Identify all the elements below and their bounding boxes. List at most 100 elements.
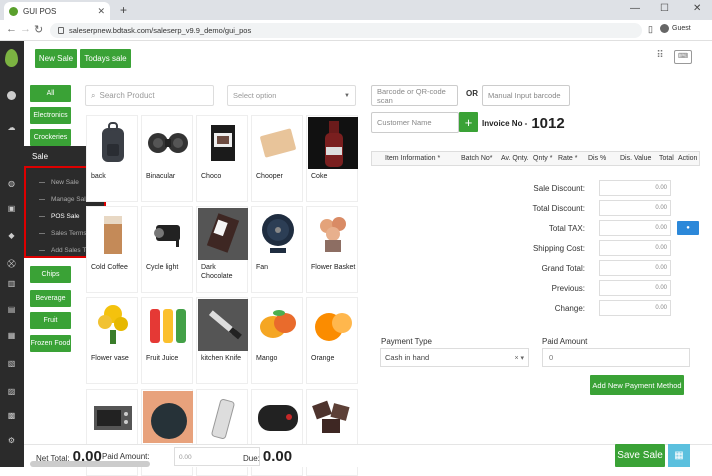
browser-toolbar: ← → ↻ saleserpnew.bdtask.com/saleserp_v9… (0, 20, 712, 41)
product-card[interactable]: Cycle light (141, 206, 193, 293)
new-tab-icon[interactable]: + (120, 3, 127, 17)
cloud-icon[interactable]: ☁ (7, 123, 16, 132)
product-card[interactable]: Fruit Juice (141, 297, 193, 384)
add-customer-button[interactable]: + (459, 112, 478, 132)
accounts-icon[interactable]: ▧ (7, 359, 16, 368)
product-card[interactable]: Binacular (141, 115, 193, 202)
settings-icon[interactable]: ⚙ (7, 436, 16, 445)
profile-button[interactable]: Guest (660, 24, 691, 33)
bottle-icon (308, 117, 358, 169)
product-card[interactable]: Dark Chocolate (196, 206, 248, 293)
th-item-information: Item Information * (385, 155, 441, 162)
report-icon[interactable]: ▤ (7, 305, 16, 314)
barcode-placeholder: Barcode or QR-code scan (377, 86, 446, 105)
back-icon[interactable]: ← (6, 23, 17, 35)
hrm-icon[interactable]: ▨ (7, 387, 16, 396)
calculator-icon[interactable]: ▦ (668, 444, 690, 467)
product-card[interactable]: Flower Basket (306, 206, 358, 293)
product-card[interactable]: kitchen Knife (196, 297, 248, 384)
customer-icon[interactable]: ◍ (7, 179, 16, 188)
product-card[interactable]: Choco (196, 115, 248, 202)
category-crockeries[interactable]: Crockeries (30, 129, 71, 146)
reload-icon[interactable]: ↻ (34, 23, 43, 36)
bank-icon[interactable]: ▦ (7, 331, 16, 340)
product-card[interactable]: back (86, 115, 138, 202)
product-card[interactable]: Chooper (251, 115, 303, 202)
cart-icon[interactable]: ⛒ (7, 259, 16, 268)
window-close-icon[interactable]: ✕ (693, 3, 701, 14)
product-card[interactable]: Cold Coffee (86, 206, 138, 293)
oven-icon (88, 391, 138, 443)
barcode-input[interactable]: Barcode or QR-code scan (371, 85, 458, 106)
paid-amount-input[interactable]: 0 (542, 348, 690, 367)
due: Due: 0.00 (243, 448, 292, 465)
customer-name-input[interactable]: Customer Name (371, 112, 459, 133)
product-card[interactable]: Fan (251, 206, 303, 293)
summary-label: Total Discount: (532, 204, 585, 213)
select-placeholder: Select option (233, 91, 277, 100)
grid-icon[interactable]: ⠿ (651, 50, 669, 64)
new-sale-button[interactable]: New Sale (35, 49, 77, 68)
address-bar[interactable]: saleserpnew.bdtask.com/saleserp_v9.9_dem… (50, 23, 642, 38)
product-name: Dark Chocolate (201, 264, 233, 280)
add-payment-method-button[interactable]: Add New Payment Method (590, 375, 684, 395)
juice-icon (143, 299, 193, 351)
fan-icon (253, 208, 303, 260)
browser-tab[interactable]: GUI POS ✕ (4, 2, 110, 20)
chopper-icon (253, 117, 303, 169)
keyboard-icon[interactable]: ⌨ (674, 50, 692, 64)
category-chips[interactable]: Chips (30, 266, 71, 283)
product-icon[interactable]: ▣ (7, 204, 16, 213)
horizontal-scrollbar[interactable] (30, 461, 150, 467)
purchase-icon[interactable]: ◆ (7, 231, 16, 240)
summary-value-field[interactable]: 0.00 (599, 200, 671, 216)
th-av-qnty: Av. Qnty. (501, 155, 529, 162)
product-card[interactable]: Coke (306, 115, 358, 202)
dark-chocolate-icon (198, 208, 248, 260)
todays-sale-button[interactable]: Todays sale (80, 49, 131, 68)
category-electronics[interactable]: Electronics (30, 107, 71, 124)
tax-toggle-button[interactable]: ● (677, 221, 699, 235)
stock-icon[interactable]: ▥ (7, 279, 16, 288)
sidebar: ☁ ◍ ▣ ◆ ⛒ ▥ ▤ ▦ ▧ ▨ ▩ ⚙ (0, 41, 24, 467)
forward-icon[interactable]: → (20, 23, 31, 35)
manual-barcode-input[interactable]: Manual Input barcode (482, 85, 570, 106)
option-select[interactable]: Select option ▼ (227, 85, 356, 106)
summary-value-field[interactable]: 0.00 (599, 240, 671, 256)
backpack-icon (88, 117, 138, 169)
tab-close-icon[interactable]: ✕ (97, 6, 105, 17)
avatar-icon (660, 24, 669, 33)
flower-basket-icon (308, 208, 358, 260)
dashboard-icon[interactable] (7, 91, 16, 100)
maximize-icon[interactable]: ☐ (660, 3, 669, 14)
category-beverage[interactable]: Beverage (30, 290, 71, 307)
summary-value-field[interactable]: 0.00 (599, 220, 671, 236)
coffee-icon (88, 208, 138, 260)
product-search[interactable]: ⌕ Search Product (85, 85, 214, 106)
url-text: saleserpnew.bdtask.com/saleserp_v9.9_dem… (69, 26, 252, 35)
save-sale-button[interactable]: Save Sale (615, 444, 665, 467)
paid-amount-label: Paid Amount (542, 337, 588, 346)
product-name: Coke (311, 173, 328, 180)
product-card[interactable]: Mango (251, 297, 303, 384)
summary-value-field[interactable]: 0.00 (599, 180, 671, 196)
minimize-icon[interactable]: — (630, 3, 640, 14)
payment-type-select[interactable]: Cash in hand × ▾ (380, 348, 529, 367)
clear-selection-icon[interactable]: × ▾ (514, 354, 524, 362)
category-frozen-food[interactable]: Frozen Food (30, 335, 71, 352)
product-card[interactable]: Orange (306, 297, 358, 384)
or-label: OR (466, 89, 478, 98)
product-card[interactable]: Flower vase (86, 297, 138, 384)
tab-title: GUI POS (23, 6, 57, 16)
payment-type-label: Payment Type (381, 337, 432, 346)
category-fruit[interactable]: Fruit (30, 312, 71, 329)
category-all[interactable]: All (30, 85, 71, 102)
chocolate-pieces-icon (308, 391, 358, 443)
tax-icon[interactable]: ▩ (7, 411, 16, 420)
summary-value-field[interactable]: 0.00 (599, 300, 671, 316)
summary-value-field[interactable]: 0.00 (599, 280, 671, 296)
summary-value-field[interactable]: 0.00 (599, 260, 671, 276)
cycle-light-icon (143, 208, 193, 260)
product-name: Chooper (256, 173, 283, 180)
sidepanel-icon[interactable]: ▯ (648, 24, 653, 35)
